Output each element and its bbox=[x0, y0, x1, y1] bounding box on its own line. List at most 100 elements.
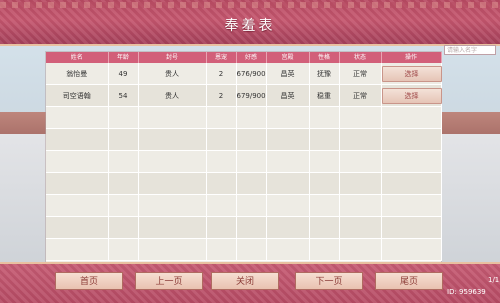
empty-cell bbox=[381, 150, 442, 173]
cell-affection: 679/900 bbox=[236, 84, 267, 107]
table-row-empty bbox=[46, 150, 442, 173]
empty-cell bbox=[138, 150, 207, 173]
cell-personality: 稳重 bbox=[309, 84, 340, 107]
col-name: 姓名 bbox=[46, 52, 109, 63]
first-page-button[interactable]: 首页 bbox=[55, 272, 123, 290]
prev-page-button[interactable]: 上一页 bbox=[135, 272, 203, 290]
col-affection: 好感 bbox=[236, 52, 267, 63]
empty-cell bbox=[236, 106, 267, 129]
empty-cell bbox=[108, 194, 139, 217]
close-button[interactable]: 关闭 bbox=[211, 272, 279, 290]
empty-cell bbox=[309, 150, 340, 173]
empty-cell bbox=[138, 106, 207, 129]
empty-cell bbox=[309, 128, 340, 151]
empty-cell bbox=[339, 128, 382, 151]
empty-cell bbox=[206, 150, 237, 173]
empty-cell bbox=[381, 194, 442, 217]
empty-cell bbox=[108, 238, 139, 261]
empty-cell bbox=[46, 216, 109, 239]
next-page-button[interactable]: 下一页 bbox=[295, 272, 363, 290]
empty-cell bbox=[138, 172, 207, 195]
cell-palace: 昌英 bbox=[266, 84, 310, 107]
search-input[interactable]: 请输入名字 bbox=[444, 45, 496, 55]
empty-cell bbox=[138, 128, 207, 151]
empty-cell bbox=[236, 128, 267, 151]
table-row-empty bbox=[46, 216, 442, 239]
header-trim bbox=[0, 2, 500, 8]
empty-cell bbox=[108, 106, 139, 129]
table-row-empty bbox=[46, 128, 442, 151]
empty-cell bbox=[381, 106, 442, 129]
empty-cell bbox=[236, 216, 267, 239]
empty-cell bbox=[108, 172, 139, 195]
select-button[interactable]: 选择 bbox=[381, 87, 442, 104]
col-favor: 恩宠 bbox=[206, 52, 237, 63]
empty-cell bbox=[206, 128, 237, 151]
cell-affection: 676/900 bbox=[236, 63, 267, 85]
cell-rank: 贵人 bbox=[138, 63, 207, 85]
last-page-button[interactable]: 尾页 bbox=[375, 272, 443, 290]
empty-cell bbox=[206, 238, 237, 261]
empty-cell bbox=[46, 172, 109, 195]
empty-cell bbox=[309, 238, 340, 261]
empty-cell bbox=[339, 106, 382, 129]
page-indicator: 1/1 bbox=[488, 276, 500, 284]
cell-status: 正常 bbox=[339, 84, 382, 107]
empty-cell bbox=[46, 194, 109, 217]
cell-favor: 2 bbox=[206, 63, 237, 85]
empty-cell bbox=[266, 216, 310, 239]
empty-cell bbox=[46, 106, 109, 129]
table-row-empty bbox=[46, 172, 442, 195]
empty-cell bbox=[206, 216, 237, 239]
empty-cell bbox=[138, 194, 207, 217]
consort-table: 姓名 年龄 封号 恩宠 好感 宫殿 性格 状态 操作 翁怡曼 49 贵人 2 6… bbox=[46, 52, 442, 262]
empty-cell bbox=[339, 150, 382, 173]
cell-name: 翁怡曼 bbox=[46, 63, 109, 85]
empty-cell bbox=[339, 216, 382, 239]
table-row: 司空语翰 54 贵人 2 679/900 昌英 稳重 正常 选择 bbox=[46, 84, 442, 107]
empty-cell bbox=[266, 150, 310, 173]
page-title: 奉羞表 bbox=[224, 18, 276, 34]
cell-status: 正常 bbox=[339, 63, 382, 85]
empty-cell bbox=[381, 128, 442, 151]
table-row-empty bbox=[46, 238, 442, 261]
cell-palace: 昌英 bbox=[266, 63, 310, 85]
empty-cell bbox=[266, 194, 310, 217]
empty-cell bbox=[381, 172, 442, 195]
table-row: 翁怡曼 49 贵人 2 676/900 昌英 抚豫 正常 选择 bbox=[46, 63, 442, 85]
empty-cell bbox=[309, 216, 340, 239]
empty-cell bbox=[206, 106, 237, 129]
empty-cell bbox=[206, 172, 237, 195]
empty-cell bbox=[309, 194, 340, 217]
empty-cell bbox=[309, 172, 340, 195]
select-button[interactable]: 选择 bbox=[381, 65, 442, 82]
empty-cell bbox=[266, 238, 310, 261]
cell-personality: 抚豫 bbox=[309, 63, 340, 85]
empty-cell bbox=[381, 216, 442, 239]
empty-cell bbox=[46, 238, 109, 261]
table-row-empty bbox=[46, 106, 442, 129]
table-row-empty bbox=[46, 194, 442, 217]
col-rank: 封号 bbox=[138, 52, 207, 63]
cell-rank: 贵人 bbox=[138, 84, 207, 107]
empty-cell bbox=[108, 128, 139, 151]
cell-age: 54 bbox=[108, 84, 139, 107]
col-age: 年龄 bbox=[108, 52, 139, 63]
col-palace: 宫殿 bbox=[266, 52, 310, 63]
empty-cell bbox=[236, 172, 267, 195]
cell-name: 司空语翰 bbox=[46, 84, 109, 107]
empty-cell bbox=[266, 172, 310, 195]
empty-cell bbox=[381, 238, 442, 261]
cell-favor: 2 bbox=[206, 84, 237, 107]
empty-cell bbox=[266, 106, 310, 129]
empty-cell bbox=[236, 150, 267, 173]
col-personality: 性格 bbox=[309, 52, 340, 63]
empty-cell bbox=[266, 128, 310, 151]
user-id: ID: 959639 bbox=[447, 288, 486, 296]
table: 姓名 年龄 封号 恩宠 好感 宫殿 性格 状态 操作 翁怡曼 49 贵人 2 6… bbox=[46, 52, 442, 261]
empty-cell bbox=[206, 194, 237, 217]
cell-action: 选择 bbox=[381, 63, 442, 85]
empty-cell bbox=[236, 194, 267, 217]
cell-action: 选择 bbox=[381, 84, 442, 107]
empty-cell bbox=[108, 150, 139, 173]
